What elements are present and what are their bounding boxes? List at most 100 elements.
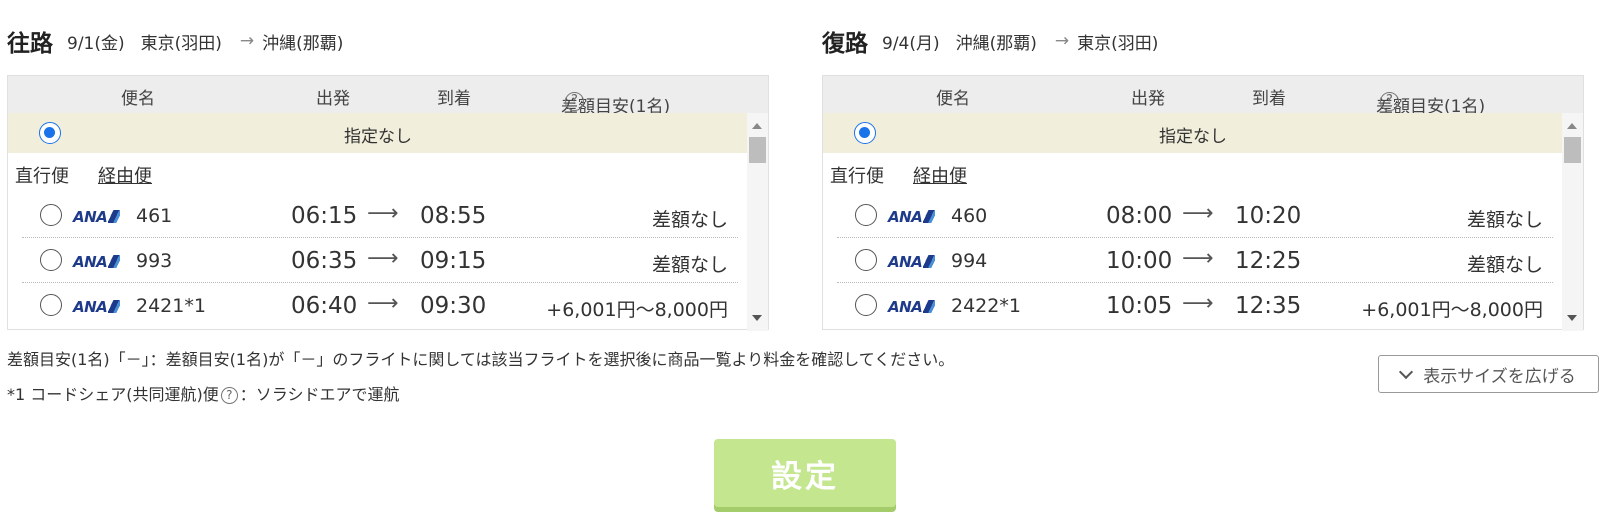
- scroll-thumb[interactable]: [1564, 137, 1581, 163]
- scrollbar[interactable]: [1562, 113, 1583, 331]
- price-diff: 差額なし: [1466, 209, 1543, 231]
- route-arrow-icon: →: [239, 31, 255, 51]
- outbound-origin: 東京(羽田): [140, 33, 222, 54]
- header-departure: 出発: [316, 89, 350, 109]
- outbound-destination: 沖縄(那覇): [262, 33, 344, 54]
- return-title: 復路: [822, 31, 868, 57]
- return-destination: 東京(羽田): [1077, 33, 1159, 54]
- help-icon[interactable]: ?: [220, 387, 238, 404]
- arrival-time: 12:35: [1235, 293, 1302, 319]
- flight-row[interactable]: ANA 2422*1 10:05 ⟶ 12:35 +6,001円～8,000円: [837, 283, 1553, 328]
- departure-time: 06:15: [291, 203, 358, 229]
- ana-logo-icon: ANA: [888, 253, 936, 271]
- scroll-up-icon[interactable]: [752, 123, 762, 129]
- flight-number: 994: [951, 250, 988, 272]
- ana-logo-icon: ANA: [73, 208, 121, 226]
- flight-number: 2421*1: [136, 295, 206, 317]
- return-flight-list: 指定なし 直行便 経由便 ANA 460 08:00 ⟶ 10:20 差額なし …: [823, 113, 1563, 331]
- price-diff: 差額なし: [651, 254, 728, 276]
- ana-logo-icon: ANA: [73, 298, 121, 316]
- codeshare-note: *1 コードシェア(共同運航)便? ：ソラシドエアで運航: [7, 385, 400, 404]
- flight-row[interactable]: ANA 993 06:35 ⟶ 09:15 差額なし: [22, 238, 738, 283]
- header-arrival: 到着: [1252, 89, 1286, 109]
- flight-row[interactable]: ANA 2421*1 06:40 ⟶ 09:30 +6,001円～8,000円: [22, 283, 738, 328]
- arrival-time: 08:55: [420, 203, 487, 229]
- outbound-flight-table: 便名 出発 到着 差額目安(1名)? 指定なし 直行便 経由便 ANA 461 …: [7, 75, 769, 331]
- tab-direct[interactable]: 直行便: [830, 162, 884, 188]
- chevron-down-icon: [1399, 364, 1414, 379]
- price-diff: 差額なし: [651, 209, 728, 231]
- ana-logo-icon: ANA: [888, 298, 936, 316]
- scroll-down-icon[interactable]: [1567, 315, 1577, 321]
- help-icon[interactable]: ?: [565, 92, 584, 111]
- return-date: 9/4(月): [882, 33, 940, 54]
- no-preference-row[interactable]: 指定なし: [8, 113, 748, 153]
- scroll-thumb[interactable]: [749, 137, 766, 163]
- price-diff: +6,001円～8,000円: [1361, 299, 1543, 321]
- header-flight: 便名: [121, 89, 155, 109]
- flight-radio[interactable]: [40, 249, 62, 271]
- flight-number: 460: [951, 205, 988, 227]
- arrival-time: 10:20: [1235, 203, 1302, 229]
- return-header: 復路 9/4(月) 沖縄(那覇) → 東京(羽田): [822, 18, 1584, 64]
- table-header: 便名 出発 到着 差額目安(1名)?: [8, 76, 768, 117]
- ana-logo-icon: ANA: [888, 208, 936, 226]
- no-preference-row[interactable]: 指定なし: [823, 113, 1563, 153]
- arrow-icon: ⟶: [1182, 291, 1214, 316]
- arrival-time: 12:25: [1235, 248, 1302, 274]
- table-header: 便名 出発 到着 差額目安(1名)?: [823, 76, 1583, 117]
- header-departure: 出発: [1131, 89, 1165, 109]
- arrival-time: 09:30: [420, 293, 487, 319]
- return-origin: 沖縄(那覇): [955, 33, 1037, 54]
- flight-row[interactable]: ANA 461 06:15 ⟶ 08:55 差額なし: [22, 193, 738, 238]
- help-icon[interactable]: ?: [1380, 92, 1399, 111]
- price-diff: +6,001円～8,000円: [546, 299, 728, 321]
- header-flight: 便名: [936, 89, 970, 109]
- flight-type-tabs: 直行便 経由便: [8, 153, 748, 193]
- scrollbar[interactable]: [747, 113, 768, 331]
- tab-connecting[interactable]: 経由便: [98, 162, 152, 188]
- arrival-time: 09:15: [420, 248, 487, 274]
- tab-direct[interactable]: 直行便: [15, 162, 69, 188]
- arrow-icon: ⟶: [1182, 246, 1214, 271]
- flight-radio[interactable]: [40, 204, 62, 226]
- tab-connecting[interactable]: 経由便: [913, 162, 967, 188]
- outbound-flight-list: 指定なし 直行便 経由便 ANA 461 06:15 ⟶ 08:55 差額なし …: [8, 113, 748, 331]
- price-diff: 差額なし: [1466, 254, 1543, 276]
- flight-radio[interactable]: [855, 249, 877, 271]
- price-diff-note: 差額目安(1名)「－」：差額目安(1名)が「－」のフライトに関しては該当フライト…: [7, 350, 955, 369]
- arrow-icon: ⟶: [367, 201, 399, 226]
- flight-number: 2422*1: [951, 295, 1021, 317]
- ana-logo-icon: ANA: [73, 253, 121, 271]
- expand-view-button[interactable]: 表示サイズを広げる: [1378, 355, 1599, 393]
- flight-row[interactable]: ANA 460 08:00 ⟶ 10:20 差額なし: [837, 193, 1553, 238]
- outbound-panel: 往路 9/1(金) 東京(羽田) → 沖縄(那覇) 便名 出発 到着 差額目安(…: [7, 18, 769, 331]
- flight-radio[interactable]: [855, 204, 877, 226]
- no-preference-label: 指定なし: [1159, 127, 1227, 147]
- departure-time: 06:40: [291, 293, 358, 319]
- flight-radio[interactable]: [855, 294, 877, 316]
- arrow-icon: ⟶: [367, 246, 399, 271]
- outbound-date: 9/1(金): [67, 33, 125, 54]
- flight-type-tabs: 直行便 経由便: [823, 153, 1563, 193]
- departure-time: 08:00: [1106, 203, 1173, 229]
- no-preference-label: 指定なし: [344, 127, 412, 147]
- submit-button[interactable]: 設定: [714, 439, 896, 507]
- scroll-down-icon[interactable]: [752, 315, 762, 321]
- departure-time: 10:00: [1106, 248, 1173, 274]
- outbound-title: 往路: [7, 31, 53, 57]
- outbound-header: 往路 9/1(金) 東京(羽田) → 沖縄(那覇): [7, 18, 769, 64]
- return-panel: 復路 9/4(月) 沖縄(那覇) → 東京(羽田) 便名 出発 到着 差額目安(…: [822, 18, 1584, 331]
- expand-view-label: 表示サイズを広げる: [1423, 366, 1576, 387]
- header-arrival: 到着: [437, 89, 471, 109]
- departure-time: 10:05: [1106, 293, 1173, 319]
- route-arrow-icon: →: [1054, 31, 1070, 51]
- flight-radio[interactable]: [40, 294, 62, 316]
- flight-number: 461: [136, 205, 173, 227]
- departure-time: 06:35: [291, 248, 358, 274]
- scroll-up-icon[interactable]: [1567, 123, 1577, 129]
- arrow-icon: ⟶: [367, 291, 399, 316]
- return-flight-table: 便名 出発 到着 差額目安(1名)? 指定なし 直行便 経由便 ANA 460 …: [822, 75, 1584, 331]
- flight-row[interactable]: ANA 994 10:00 ⟶ 12:25 差額なし: [837, 238, 1553, 283]
- arrow-icon: ⟶: [1182, 201, 1214, 226]
